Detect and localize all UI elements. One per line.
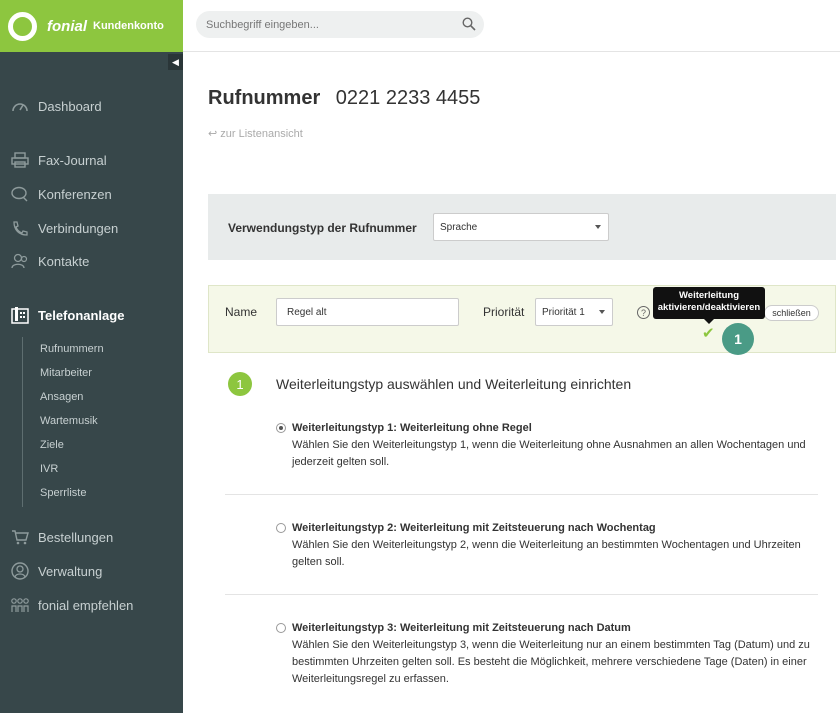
back-to-list-link[interactable]: ↩ zur Listenansicht xyxy=(208,127,303,140)
topbar: Suchbegriff eingeben... xyxy=(183,0,840,52)
tooltip-line-2: aktivieren/deaktivieren xyxy=(657,302,761,313)
divider xyxy=(225,494,818,495)
phone-icon xyxy=(10,219,30,237)
option-forwarding-type-1: Weiterleitungstyp 1: Weiterleitung ohne … xyxy=(292,420,822,471)
option-forwarding-type-2: Weiterleitungstyp 2: Weiterleitung mit Z… xyxy=(292,520,822,571)
contacts-icon xyxy=(10,252,30,270)
sidebar: fonial Kundenkonto ◀ Dashboard Fax-Journ… xyxy=(0,0,183,713)
sidebar-item-label: Verbindungen xyxy=(38,220,119,236)
sidebar-item-kontakte[interactable]: Kontakte xyxy=(10,251,89,271)
usage-type-select[interactable]: Sprache xyxy=(433,213,609,241)
sidebar-item-label: Kontakte xyxy=(38,253,90,269)
page-title: Rufnummer 0221 2233 4455 xyxy=(208,87,480,110)
tooltip-line-1: Weiterleitung xyxy=(679,290,739,301)
sidebar-subitem-sperrliste[interactable]: Sperrliste xyxy=(40,487,86,499)
fonial-logo-icon xyxy=(8,11,37,41)
sidebar-item-verwaltung[interactable]: Verwaltung xyxy=(10,561,102,581)
search-placeholder: Suchbegriff eingeben... xyxy=(206,18,319,31)
rule-name-label: Name xyxy=(225,305,258,319)
chevron-down-icon xyxy=(599,310,605,314)
back-link-label: zur Listenansicht xyxy=(220,128,303,140)
option-description: Wählen Sie den Weiterleitungstyp 3, wenn… xyxy=(292,639,810,685)
check-icon[interactable]: ✔ xyxy=(702,324,715,342)
phone-number: 0221 2233 4455 xyxy=(335,87,481,109)
sidebar-item-fax-journal[interactable]: Fax-Journal xyxy=(10,150,107,170)
collapse-sidebar-button[interactable]: ◀ xyxy=(168,54,183,70)
chevron-down-icon xyxy=(595,225,601,229)
option-description: Wählen Sie den Weiterleitungstyp 1, wenn… xyxy=(292,439,806,468)
rule-name-input[interactable]: Regel alt xyxy=(276,298,459,326)
sidebar-item-label: fonial empfehlen xyxy=(38,597,134,613)
close-button[interactable]: schließen xyxy=(764,305,819,321)
section-title: Weiterleitungstyp auswählen und Weiterle… xyxy=(276,376,632,392)
sidebar-item-label: Telefonanlage xyxy=(38,307,125,323)
help-icon[interactable]: ? xyxy=(637,306,650,319)
search-icon[interactable] xyxy=(462,17,476,31)
sidebar-item-label: Bestellungen xyxy=(38,529,114,545)
usage-type-box: Verwendungstyp der Rufnummer Sprache xyxy=(208,194,836,260)
user-circle-icon xyxy=(10,562,30,580)
sidebar-subitem-rufnummern[interactable]: Rufnummern xyxy=(40,343,104,355)
sidebar-subitem-ziele[interactable]: Ziele xyxy=(40,439,64,451)
divider xyxy=(225,594,818,595)
usage-type-value: Sprache xyxy=(440,221,478,233)
option-title: Weiterleitungstyp 3: Weiterleitung mit Z… xyxy=(292,622,631,634)
rule-name-value: Regel alt xyxy=(287,306,327,318)
usage-type-label: Verwendungstyp der Rufnummer xyxy=(228,221,417,235)
sidebar-subitem-mitarbeiter[interactable]: Mitarbeiter xyxy=(40,367,92,379)
search-input[interactable]: Suchbegriff eingeben... xyxy=(196,11,484,38)
phone-system-icon xyxy=(10,306,30,324)
option-forwarding-type-3: Weiterleitungstyp 3: Weiterleitung mit Z… xyxy=(292,620,822,688)
sidebar-item-fonial-empfehlen[interactable]: fonial empfehlen xyxy=(10,595,133,615)
brand[interactable]: fonial Kundenkonto xyxy=(0,0,183,52)
back-arrow-icon: ↩ xyxy=(208,128,218,140)
priority-label: Priorität xyxy=(483,305,525,319)
brand-sub: Kundenkonto xyxy=(93,20,164,32)
sidebar-item-bestellungen[interactable]: Bestellungen xyxy=(10,527,113,547)
sidebar-item-dashboard[interactable]: Dashboard xyxy=(10,96,102,116)
sidebar-item-label: Dashboard xyxy=(38,98,102,114)
printer-icon xyxy=(10,151,30,169)
radio-forwarding-type-2[interactable] xyxy=(276,523,286,533)
sidebar-item-verbindungen[interactable]: Verbindungen xyxy=(10,218,118,238)
radio-forwarding-type-1[interactable] xyxy=(276,423,286,433)
main-content: Rufnummer 0221 2233 4455 ↩ zur Listenans… xyxy=(183,52,840,713)
page-title-label: Rufnummer xyxy=(208,87,321,109)
option-title: Weiterleitungstyp 2: Weiterleitung mit Z… xyxy=(292,522,656,534)
sidebar-subitem-ivr[interactable]: IVR xyxy=(40,463,58,475)
speedometer-icon xyxy=(10,97,30,115)
option-description: Wählen Sie den Weiterleitungstyp 2, wenn… xyxy=(292,539,801,568)
sidebar-item-label: Fax-Journal xyxy=(38,152,107,168)
submenu-line xyxy=(22,337,23,507)
sidebar-item-telefonanlage[interactable]: Telefonanlage xyxy=(10,305,124,325)
cart-icon xyxy=(10,528,30,546)
section-number-badge: 1 xyxy=(228,372,252,396)
sidebar-subitem-ansagen[interactable]: Ansagen xyxy=(40,391,83,403)
step-badge: 1 xyxy=(722,323,754,355)
sidebar-item-label: Verwaltung xyxy=(38,563,103,579)
group-icon xyxy=(10,596,30,614)
option-title: Weiterleitungstyp 1: Weiterleitung ohne … xyxy=(292,422,532,434)
chat-icon xyxy=(10,185,30,203)
priority-select[interactable]: Priorität 1 xyxy=(535,298,613,326)
radio-forwarding-type-3[interactable] xyxy=(276,623,286,633)
close-label: schließen xyxy=(772,308,811,318)
tooltip: Weiterleitung aktivieren/deaktivieren xyxy=(653,287,765,324)
sidebar-item-konferenzen[interactable]: Konferenzen xyxy=(10,184,112,204)
priority-value: Priorität 1 xyxy=(542,306,585,318)
brand-name: fonial xyxy=(47,17,87,35)
sidebar-item-label: Konferenzen xyxy=(38,186,112,202)
sidebar-subitem-wartemusik[interactable]: Wartemusik xyxy=(40,415,98,427)
